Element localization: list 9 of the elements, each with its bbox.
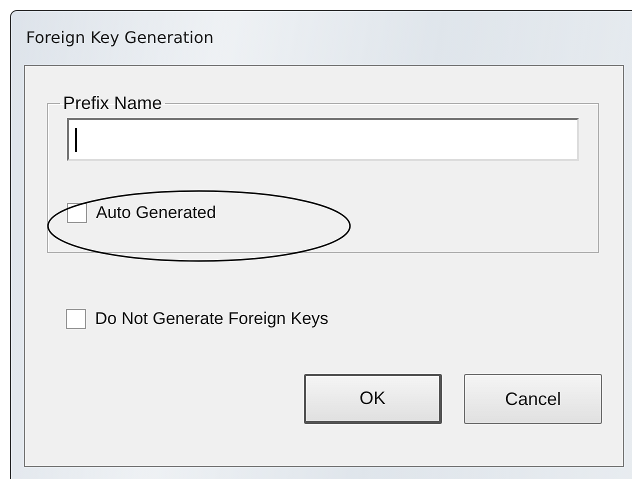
checkbox-label: Auto Generated	[96, 203, 216, 223]
checkbox[interactable]	[67, 203, 87, 223]
prefix-name-field[interactable]	[67, 118, 579, 161]
cancel-button[interactable]: Cancel	[464, 374, 602, 424]
window-title: Foreign Key Generation	[25, 27, 215, 49]
group-label: Prefix Name	[62, 93, 164, 114]
checkbox[interactable]	[66, 309, 86, 329]
ok-button[interactable]: OK	[304, 374, 442, 424]
checkbox-label: Do Not Generate Foreign Keys	[95, 309, 328, 329]
